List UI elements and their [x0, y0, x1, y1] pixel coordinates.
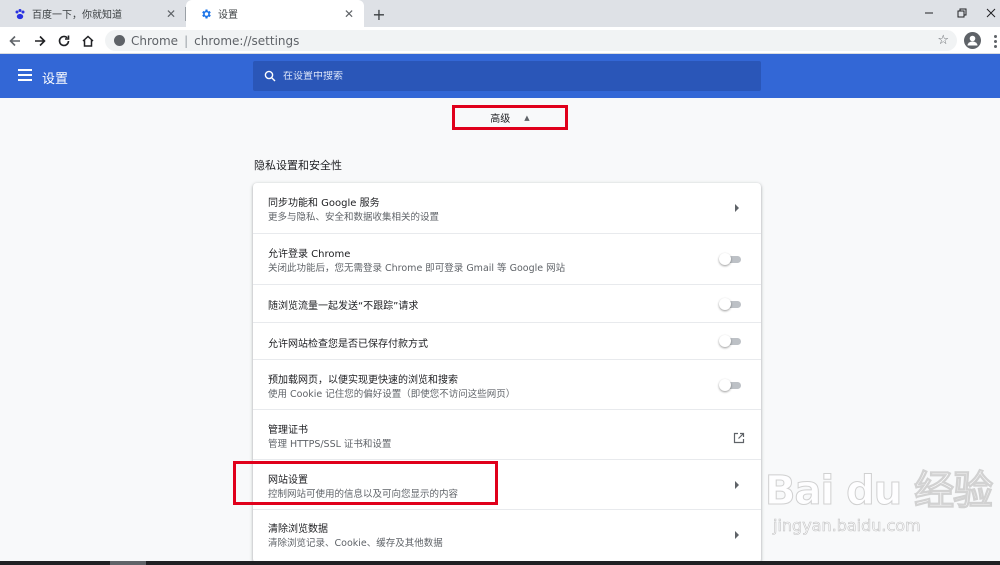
tab-title: 百度一下，你就知道: [32, 10, 122, 21]
tab-baidu[interactable]: 百度一下，你就知道 ✕: [0, 0, 186, 27]
chevron-right-icon: [733, 203, 741, 213]
tab-strip: 百度一下，你就知道 ✕ 设置 ✕ +: [0, 0, 1000, 27]
watermark-logo: Bai du 经验: [764, 468, 993, 515]
forward-arrow-icon[interactable]: [31, 32, 49, 50]
settings-search[interactable]: [253, 61, 761, 91]
row-label: 预加载网页，以便实现更快速的浏览和搜索: [268, 375, 458, 386]
taskbar-edge: [0, 561, 1000, 565]
watermark-url: jingyan.baidu.com: [773, 516, 921, 536]
row-clear-browsing-data[interactable]: 清除浏览数据 清除浏览记录、Cookie、缓存及其他数据: [253, 509, 761, 563]
toggle-switch[interactable]: [719, 253, 743, 265]
restore-icon[interactable]: [953, 4, 971, 22]
chevron-right-icon: [733, 480, 741, 490]
row-label: 允许登录 Chrome: [268, 249, 351, 260]
search-input[interactable]: [283, 70, 723, 82]
row-label: 清除浏览数据: [268, 524, 328, 535]
row-label: 同步功能和 Google 服务: [268, 198, 380, 209]
tab-close-icon[interactable]: ✕: [342, 7, 356, 21]
toggle-switch[interactable]: [719, 298, 743, 310]
row-label: 随浏览流量一起发送“不跟踪”请求: [268, 301, 419, 312]
row-preload-pages[interactable]: 预加载网页，以便实现更快速的浏览和搜索 使用 Cookie 记住您的偏好设置（即…: [253, 359, 761, 409]
back-arrow-icon[interactable]: [6, 32, 24, 50]
chevron-right-icon: [733, 530, 741, 540]
profile-avatar-icon[interactable]: [964, 32, 981, 49]
chrome-site-icon: [114, 35, 125, 46]
browser-toolbar: Chrome | chrome://settings ☆: [0, 27, 1000, 54]
row-allow-chrome-signin[interactable]: 允许登录 Chrome 关闭此功能后，您无需登录 Chrome 即可登录 Gma…: [253, 233, 761, 284]
row-payment-methods[interactable]: 允许网站检查您是否已保存付款方式: [253, 322, 761, 359]
row-do-not-track[interactable]: 随浏览流量一起发送“不跟踪”请求: [253, 284, 761, 322]
row-sublabel: 使用 Cookie 记住您的偏好设置（即使您不访问这些网页）: [268, 389, 516, 400]
tab-settings[interactable]: 设置 ✕: [186, 0, 364, 27]
address-bar[interactable]: Chrome | chrome://settings ☆: [105, 30, 957, 51]
reload-icon[interactable]: [55, 32, 73, 50]
row-sublabel: 管理 HTTPS/SSL 证书和设置: [268, 439, 392, 450]
settings-header: 设置: [0, 54, 1000, 98]
privacy-card: 同步功能和 Google 服务 更多与隐私、安全和数据收集相关的设置 允许登录 …: [253, 183, 761, 563]
more-menu-icon[interactable]: [990, 32, 1000, 50]
new-tab-button[interactable]: +: [370, 5, 388, 24]
arrow-up-icon: ▲: [524, 113, 530, 122]
row-label: 允许网站检查您是否已保存付款方式: [268, 339, 428, 350]
row-sync-google-services[interactable]: 同步功能和 Google 服务 更多与隐私、安全和数据收集相关的设置: [253, 183, 761, 233]
hamburger-menu-icon[interactable]: [18, 69, 32, 81]
search-icon: [263, 69, 277, 83]
home-icon[interactable]: [79, 32, 97, 50]
window-close-icon[interactable]: [982, 4, 1000, 22]
external-link-icon[interactable]: [733, 429, 745, 444]
minimize-icon[interactable]: [920, 4, 938, 22]
row-sublabel: 关闭此功能后，您无需登录 Chrome 即可登录 Gmail 等 Google …: [268, 263, 566, 274]
row-manage-certificates[interactable]: 管理证书 管理 HTTPS/SSL 证书和设置: [253, 409, 761, 459]
address-separator: |: [184, 33, 189, 48]
toggle-switch[interactable]: [719, 335, 743, 347]
toggle-switch[interactable]: [719, 379, 743, 391]
gear-icon: [200, 8, 212, 20]
tab-title: 设置: [218, 10, 238, 21]
page-title: 设置: [42, 72, 69, 87]
section-title-privacy: 隐私设置和安全性: [254, 159, 342, 172]
advanced-label: 高级: [490, 114, 511, 125]
row-sublabel: 清除浏览记录、Cookie、缓存及其他数据: [268, 538, 443, 549]
baidu-paw-icon: [14, 8, 26, 20]
row-label: 管理证书: [268, 425, 308, 436]
address-url: chrome://settings: [194, 33, 300, 48]
advanced-button[interactable]: 高级 ▲: [452, 105, 568, 130]
tab-close-icon[interactable]: ✕: [164, 7, 178, 21]
highlight-box-site-settings: [233, 461, 498, 505]
bookmark-star-icon[interactable]: ☆: [937, 33, 949, 48]
row-sublabel: 更多与隐私、安全和数据收集相关的设置: [268, 212, 440, 223]
baidu-jingyan-watermark: Bai du 经验 jingyan.baidu.com: [764, 458, 995, 548]
address-origin: Chrome: [131, 33, 179, 48]
